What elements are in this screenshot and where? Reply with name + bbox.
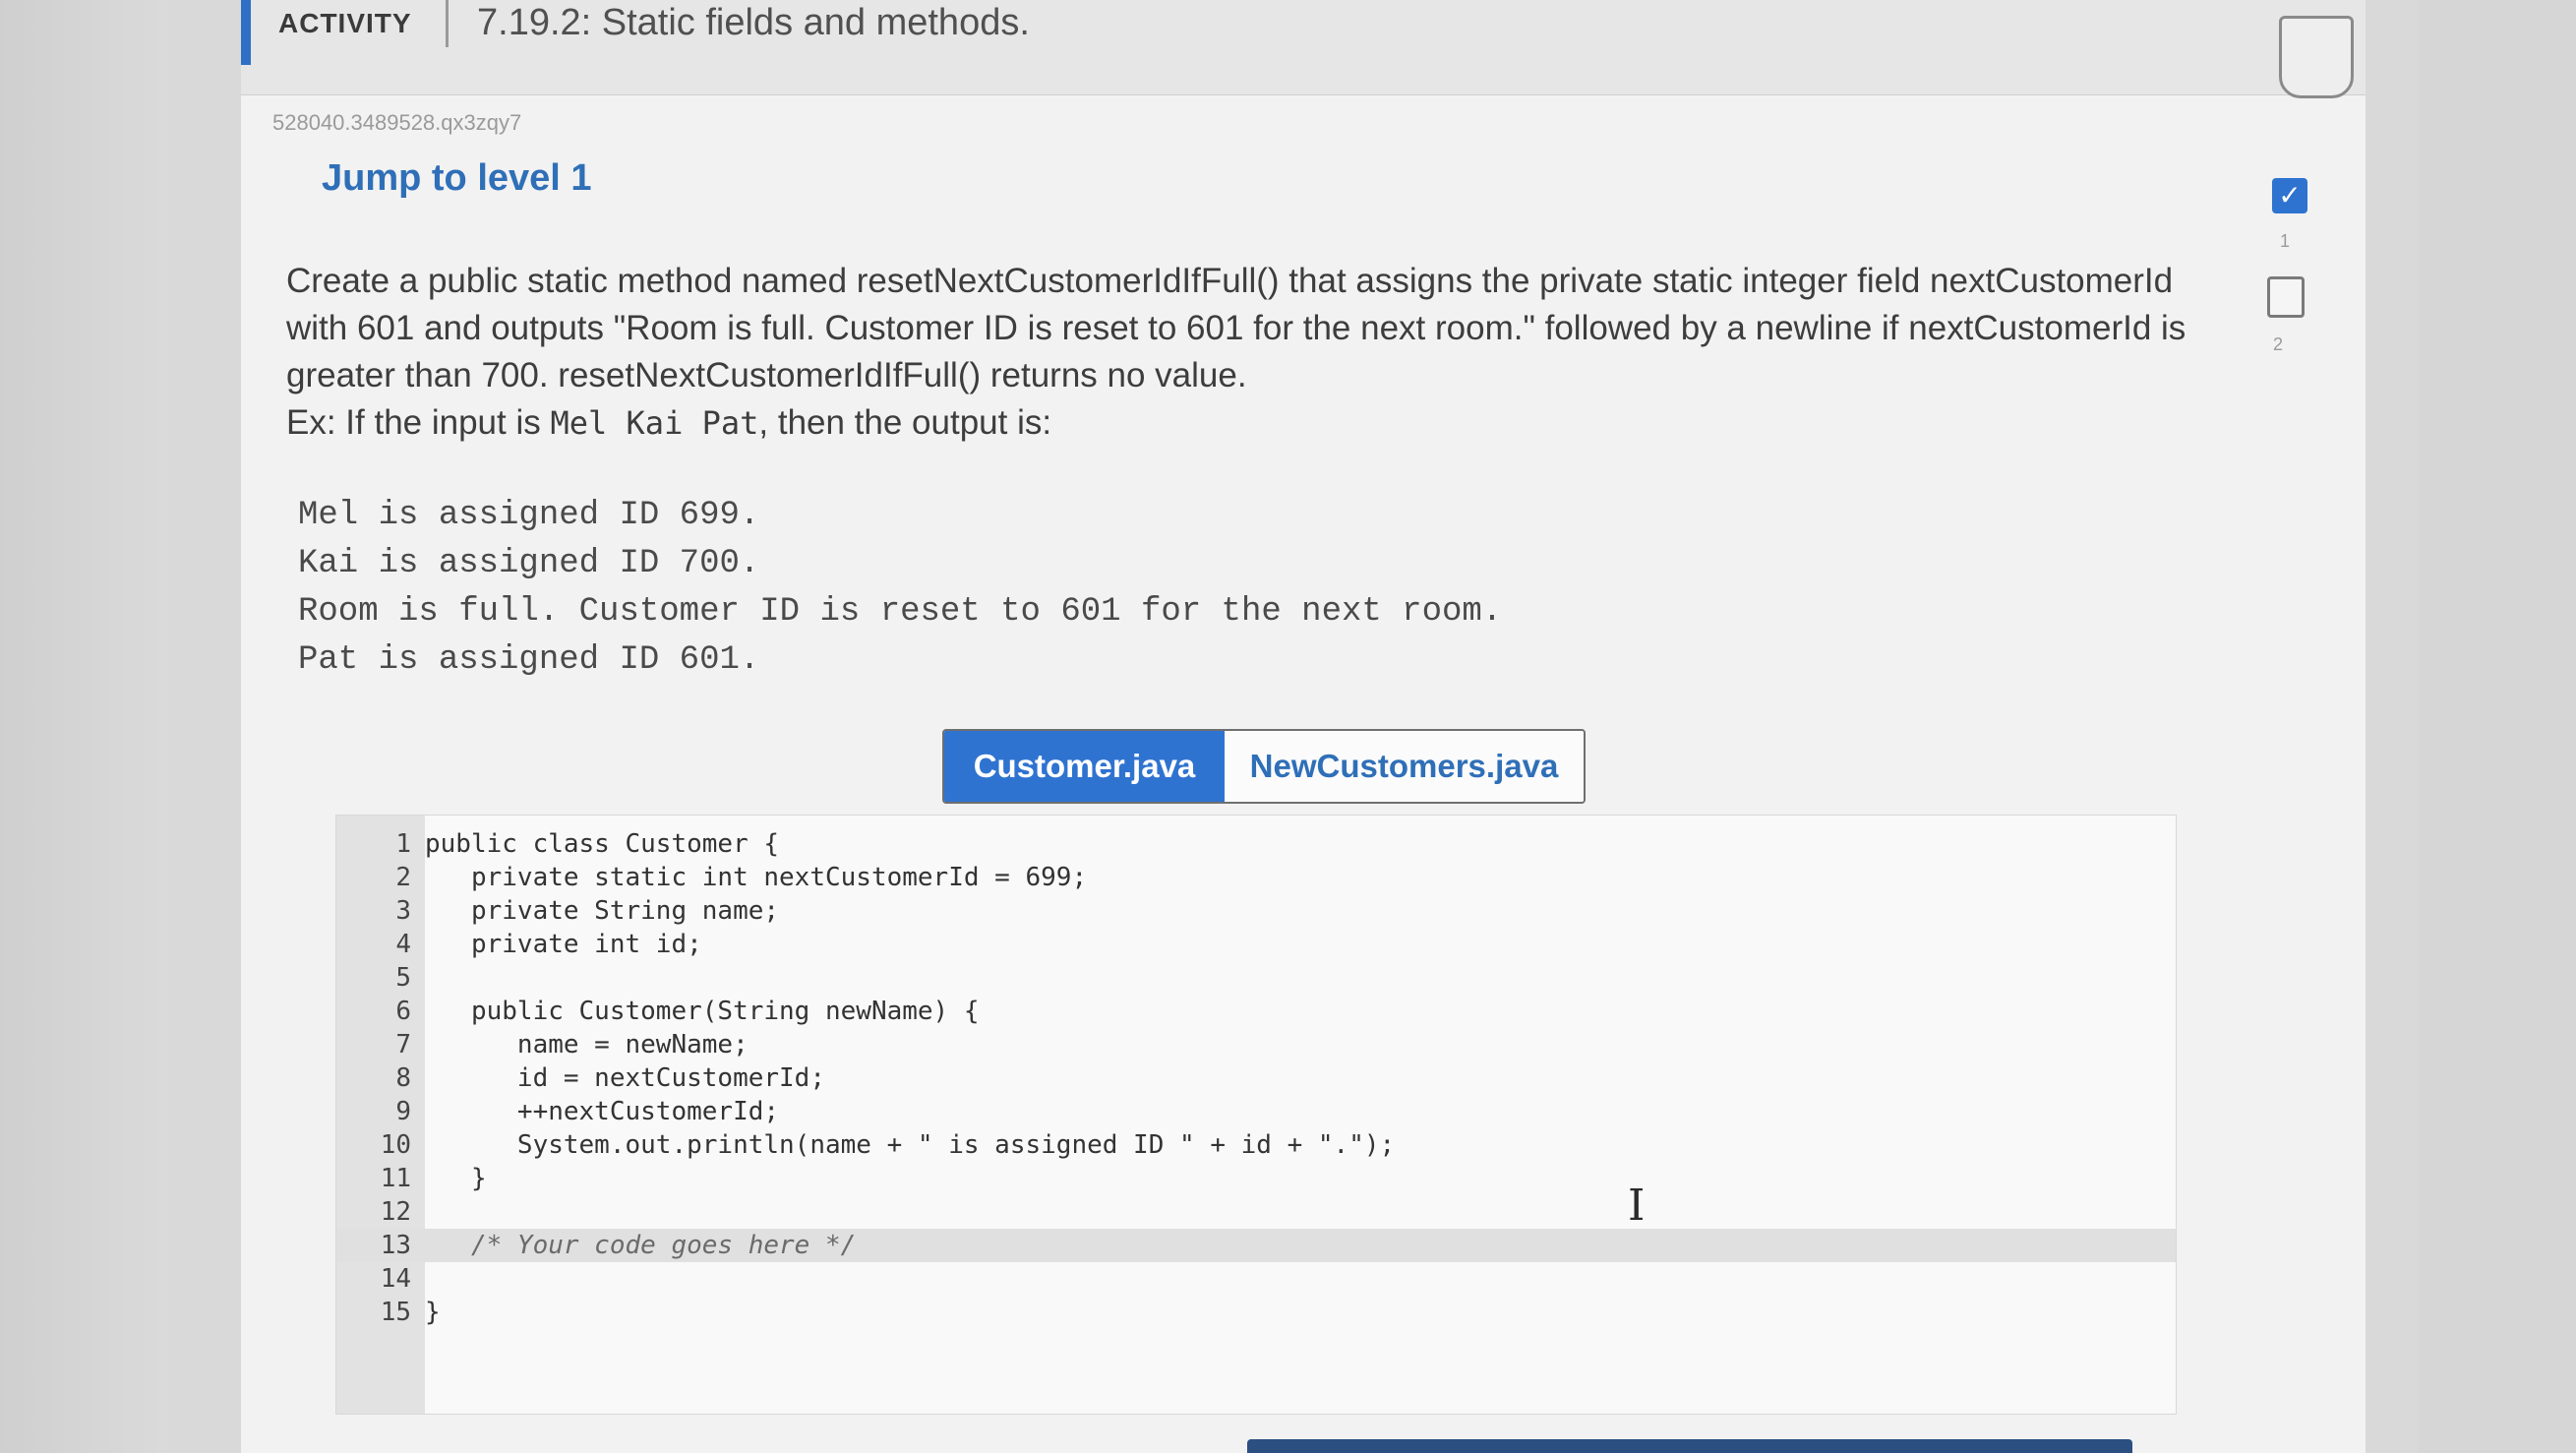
line-number: 7 bbox=[395, 1030, 411, 1059]
line-number: 5 bbox=[395, 963, 411, 993]
example-suffix: , then the output is: bbox=[758, 403, 1052, 442]
code-text[interactable]: name = newName; bbox=[411, 1028, 749, 1061]
level-progress: ✓ 1 2 bbox=[2262, 172, 2341, 369]
jump-to-level-link[interactable]: Jump to level 1 bbox=[322, 157, 592, 200]
code-text[interactable]: public class Customer { bbox=[411, 827, 779, 861]
example-line: Ex: If the input is Mel Kai Pat, then th… bbox=[286, 399, 2234, 447]
line-number: 13 bbox=[380, 1231, 411, 1260]
tab-customer-java[interactable]: Customer.java bbox=[944, 731, 1225, 802]
code-line[interactable]: 8 id = nextCustomerId; bbox=[336, 1061, 2176, 1095]
output-line: Kai is assigned ID 700. bbox=[298, 545, 760, 582]
code-text[interactable]: private String name; bbox=[411, 894, 779, 928]
line-number: 4 bbox=[395, 930, 411, 959]
code-line[interactable]: 3 private String name; bbox=[336, 894, 2176, 928]
activity-title: 7.19.2: Static fields and methods. bbox=[477, 2, 1030, 43]
line-number: 10 bbox=[380, 1130, 411, 1160]
activity-id: 528040.3489528.qx3zqy7 bbox=[272, 110, 522, 135]
code-line[interactable]: 4 private int id; bbox=[336, 928, 2176, 961]
code-line[interactable]: 14 bbox=[336, 1262, 2176, 1296]
code-text[interactable]: } bbox=[411, 1296, 441, 1329]
code-text[interactable]: private int id; bbox=[411, 928, 702, 961]
line-number: 6 bbox=[395, 997, 411, 1026]
code-line[interactable]: 11 } bbox=[336, 1162, 2176, 1195]
code-line[interactable]: 13 /* Your code goes here */ bbox=[336, 1229, 2176, 1262]
completion-badge-icon bbox=[2279, 16, 2354, 98]
instructions: Create a public static method named rese… bbox=[286, 258, 2234, 447]
level-2-number: 2 bbox=[2273, 334, 2284, 354]
code-text[interactable]: /* Your code goes here */ bbox=[411, 1229, 856, 1262]
sample-output: Mel is assigned ID 699. Kai is assigned I… bbox=[298, 492, 1502, 685]
line-number: 1 bbox=[395, 829, 411, 859]
code-line[interactable]: 7 name = newName; bbox=[336, 1028, 2176, 1061]
level-2-checkbox[interactable] bbox=[2267, 276, 2305, 318]
header-divider bbox=[446, 0, 449, 47]
code-text[interactable]: ++nextCustomerId; bbox=[411, 1095, 779, 1128]
activity-header: ACTIVITY 7.19.2: Static fields and metho… bbox=[241, 0, 2366, 98]
code-line[interactable]: 2 private static int nextCustomerId = 69… bbox=[336, 861, 2176, 894]
header-accent-bar bbox=[241, 0, 251, 65]
instructions-text: Create a public static method named rese… bbox=[286, 262, 2187, 394]
activity-label: ACTIVITY bbox=[278, 8, 412, 38]
output-line: Room is full. Customer ID is reset to 60… bbox=[298, 593, 1503, 631]
tab-newcustomers-java[interactable]: NewCustomers.java bbox=[1225, 731, 1584, 802]
checkmark-icon: ✓ bbox=[2278, 180, 2302, 211]
code-line[interactable]: 10 System.out.println(name + " is assign… bbox=[336, 1128, 2176, 1162]
line-number: 14 bbox=[380, 1264, 411, 1294]
code-editor[interactable]: 1 public class Customer {2 private static… bbox=[335, 815, 2177, 1415]
line-number: 3 bbox=[395, 896, 411, 926]
example-input: Mel Kai Pat bbox=[550, 404, 759, 442]
code-line[interactable]: 15} bbox=[336, 1296, 2176, 1329]
code-text[interactable]: } bbox=[411, 1162, 487, 1195]
line-number: 11 bbox=[380, 1164, 411, 1193]
code-line[interactable]: 5 bbox=[336, 961, 2176, 995]
line-number: 12 bbox=[380, 1197, 411, 1227]
line-number: 2 bbox=[395, 863, 411, 892]
output-line: Pat is assigned ID 601. bbox=[298, 641, 760, 679]
code-line[interactable]: 1 public class Customer { bbox=[336, 827, 2176, 861]
code-line[interactable]: 6 public Customer(String newName) { bbox=[336, 995, 2176, 1028]
code-text[interactable]: public Customer(String newName) { bbox=[411, 995, 980, 1028]
output-line: Mel is assigned ID 699. bbox=[298, 497, 760, 534]
activity-card: ACTIVITY 7.19.2: Static fields and metho… bbox=[241, 0, 2366, 1453]
code-line[interactable]: 9 ++nextCustomerId; bbox=[336, 1095, 2176, 1128]
bottom-progress-bar bbox=[1247, 1439, 2132, 1453]
line-number: 15 bbox=[380, 1298, 411, 1327]
code-text[interactable]: id = nextCustomerId; bbox=[411, 1061, 825, 1095]
code-line[interactable]: 12 bbox=[336, 1195, 2176, 1229]
code-text[interactable]: private static int nextCustomerId = 699; bbox=[411, 861, 1087, 894]
file-tabs: Customer.java NewCustomers.java bbox=[942, 729, 1586, 804]
level-1-checkbox[interactable]: ✓ bbox=[2272, 178, 2307, 213]
left-margin bbox=[0, 0, 167, 1453]
text-cursor-icon: I bbox=[1628, 1181, 1646, 1231]
line-number: 8 bbox=[395, 1063, 411, 1093]
example-prefix: Ex: If the input is bbox=[286, 403, 551, 442]
code-text[interactable]: System.out.println(name + " is assigned … bbox=[411, 1128, 1395, 1162]
level-1-number: 1 bbox=[2280, 231, 2291, 251]
right-margin bbox=[2419, 0, 2576, 1453]
line-number: 9 bbox=[395, 1097, 411, 1126]
